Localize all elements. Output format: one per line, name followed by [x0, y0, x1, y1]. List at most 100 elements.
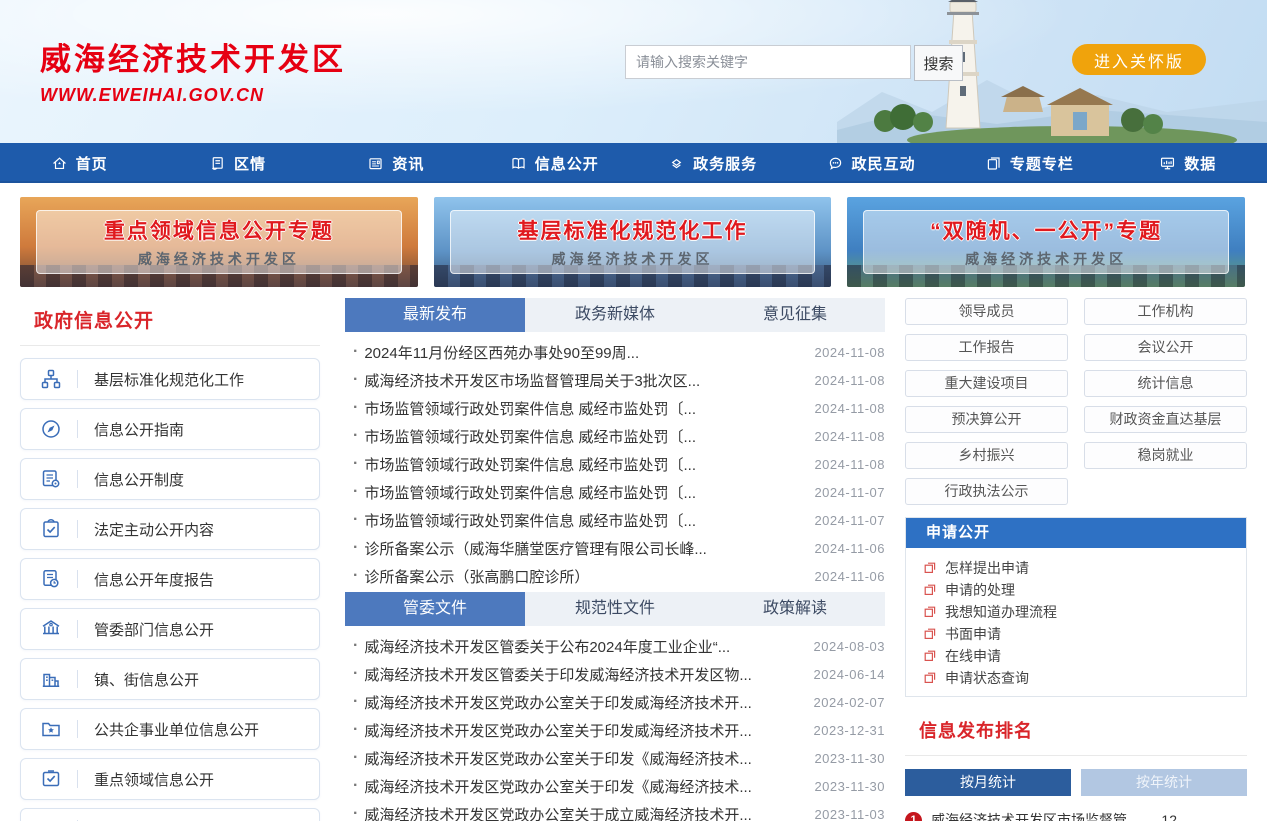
quick-link-button[interactable]: 工作机构	[1084, 298, 1247, 325]
apply-links-list: 怎样提出申请 申请的处理 我想知道办理流程	[906, 548, 1246, 696]
news-title: 市场监管领域行政处罚案件信息 威经市监处罚〔...	[364, 510, 802, 531]
tab[interactable]: 政务新媒体	[525, 298, 705, 332]
nav-item[interactable]: 资讯	[317, 143, 475, 183]
apply-link[interactable]: 书面申请	[924, 623, 1246, 645]
search-input[interactable]	[625, 45, 911, 79]
news-item[interactable]: 诊所备案公示（威海华膳堂医疗管理有限公司长峰... 2024-11-06	[345, 534, 885, 562]
rank-tab[interactable]: 按月统计	[905, 769, 1071, 796]
news-title: 市场监管领域行政处罚案件信息 威经市监处罚〔...	[364, 426, 802, 447]
news-item[interactable]: 威海经济技术开发区管委关于印发威海经济技术开发区物... 2024-06-14	[345, 660, 885, 688]
tab[interactable]: 意见征集	[705, 298, 885, 332]
nav-item[interactable]: 政民互动	[792, 143, 950, 183]
quick-link-button[interactable]: 财政资金直达基层	[1084, 406, 1247, 433]
sidebar-item[interactable]: 重点领域信息公开	[20, 758, 320, 800]
sidebar-item[interactable]: 法定主动公开内容	[20, 508, 320, 550]
banner[interactable]: “双随机、一公开”专题 威海经济技术开发区	[847, 197, 1245, 287]
news-item[interactable]: 威海经济技术开发区党政办公室关于印发《威海经济技术... 2023-11-30	[345, 744, 885, 772]
apply-link[interactable]: 我想知道办理流程	[924, 601, 1246, 623]
right-column: 领导成员工作机构工作报告会议公开重大建设项目统计信息预决算公开财政资金直达基层乡…	[905, 298, 1247, 821]
sidebar-item-label: 重点领域信息公开	[94, 769, 214, 790]
sidebar-item-label: 公共企事业单位信息公开	[94, 719, 259, 740]
external-doc-icon	[924, 672, 936, 684]
quick-link-button[interactable]: 会议公开	[1084, 334, 1247, 361]
banner[interactable]: 基层标准化规范化工作 威海经济技术开发区	[434, 197, 832, 287]
news-item[interactable]: 诊所备案公示（张高鹏口腔诊所） 2024-11-06	[345, 562, 885, 590]
news-date: 2024-06-14	[814, 667, 886, 682]
nav-item[interactable]: 数据	[1109, 143, 1267, 183]
home-icon	[51, 155, 68, 172]
nav-item[interactable]: 区情	[158, 143, 316, 183]
quick-link-button[interactable]: 工作报告	[905, 334, 1068, 361]
news-item[interactable]: 市场监管领域行政处罚案件信息 威经市监处罚〔... 2024-11-07	[345, 478, 885, 506]
news-date: 2023-11-30	[814, 779, 885, 794]
news-item[interactable]: 市场监管领域行政处罚案件信息 威经市监处罚〔... 2024-11-08	[345, 394, 885, 422]
news-item[interactable]: 市场监管领域行政处罚案件信息 威经市监处罚〔... 2024-11-08	[345, 450, 885, 478]
sidebar-item[interactable]: 信息公开年度报告	[20, 558, 320, 600]
sidebar-item[interactable]: 新闻发布会	[20, 808, 320, 821]
nav-item-label: 资讯	[392, 153, 424, 174]
nav-item[interactable]: 专题专栏	[950, 143, 1108, 183]
nav-item-label: 政民互动	[852, 153, 916, 174]
care-mode-button[interactable]: 进入关怀版	[1072, 44, 1206, 75]
sidebar-item[interactable]: 镇、街信息公开	[20, 658, 320, 700]
nav-item[interactable]: 政务服务	[634, 143, 792, 183]
quick-links-grid: 领导成员工作机构工作报告会议公开重大建设项目统计信息预决算公开财政资金直达基层乡…	[905, 298, 1247, 505]
news-item[interactable]: 2024年11月份经区西苑办事处90至99周... 2024-11-08	[345, 338, 885, 366]
news-title: 市场监管领域行政处罚案件信息 威经市监处罚〔...	[364, 398, 802, 419]
apply-link[interactable]: 在线申请	[924, 645, 1246, 667]
quick-link-button[interactable]: 统计信息	[1084, 370, 1247, 397]
search-button[interactable]: 搜索	[914, 45, 963, 81]
doc-gear-icon	[39, 468, 63, 490]
sidebar-item[interactable]: 管委部门信息公开	[20, 608, 320, 650]
banner-title: 重点领域信息公开专题	[104, 215, 334, 245]
external-doc-icon	[924, 606, 936, 618]
buildings-icon	[39, 668, 63, 690]
news-item[interactable]: 威海经济技术开发区市场监督管理局关于3批次区... 2024-11-08	[345, 366, 885, 394]
news-title: 诊所备案公示（威海华膳堂医疗管理有限公司长峰...	[364, 538, 802, 559]
apply-link[interactable]: 申请的处理	[924, 579, 1246, 601]
divider	[77, 420, 78, 438]
rank-badge: 1	[905, 812, 922, 821]
nav-item[interactable]: 首页	[0, 143, 158, 183]
banner[interactable]: 重点领域信息公开专题 威海经济技术开发区	[20, 197, 418, 287]
service-icon	[668, 155, 685, 172]
tab[interactable]: 管委文件	[345, 592, 525, 626]
sidebar-item-label: 信息公开年度报告	[94, 569, 214, 590]
sidebar-item[interactable]: 基层标准化规范化工作	[20, 358, 320, 400]
site-header: 威海经济技术开发区 WWW.EWEIHAI.GOV.CN 搜索 进入关怀版	[0, 0, 1267, 143]
divider	[77, 720, 78, 738]
site-logo[interactable]: 威海经济技术开发区 WWW.EWEIHAI.GOV.CN	[40, 34, 346, 106]
apply-link[interactable]: 怎样提出申请	[924, 557, 1246, 579]
news-item[interactable]: 市场监管领域行政处罚案件信息 威经市监处罚〔... 2024-11-08	[345, 422, 885, 450]
news-item[interactable]: 市场监管领域行政处罚案件信息 威经市监处罚〔... 2024-11-07	[345, 506, 885, 534]
news-item[interactable]: 威海经济技术开发区党政办公室关于成立威海经济技术开... 2023-11-03	[345, 800, 885, 821]
page: { "header": { "site_title": "威海经济技术开发区",…	[0, 0, 1267, 821]
quick-link-button[interactable]: 重大建设项目	[905, 370, 1068, 397]
sidebar-item[interactable]: 信息公开制度	[20, 458, 320, 500]
sidebar-item-label: 镇、街信息公开	[94, 669, 199, 690]
sidebar-item[interactable]: 公共企事业单位信息公开	[20, 708, 320, 750]
quick-link-button[interactable]: 稳岗就业	[1084, 442, 1247, 469]
quick-link-button[interactable]: 行政执法公示	[905, 478, 1068, 505]
tab[interactable]: 政策解读	[705, 592, 885, 626]
nav-item[interactable]: 信息公开	[475, 143, 633, 183]
quick-link-button[interactable]: 预决算公开	[905, 406, 1068, 433]
tab[interactable]: 最新发布	[345, 298, 525, 332]
banner-subtitle: 威海经济技术开发区	[138, 249, 300, 269]
news-item[interactable]: 威海经济技术开发区管委关于公布2024年度工业企业“... 2024-08-03	[345, 632, 885, 660]
news-item[interactable]: 威海经济技术开发区党政办公室关于印发《威海经济技术... 2023-11-30	[345, 772, 885, 800]
news-item[interactable]: 威海经济技术开发区党政办公室关于印发威海经济技术开... 2024-02-07	[345, 688, 885, 716]
apply-link-label: 怎样提出申请	[945, 558, 1029, 578]
apply-link-label: 书面申请	[945, 624, 1001, 644]
news-date: 2023-11-30	[814, 751, 885, 766]
rank-tab[interactable]: 按年统计	[1081, 769, 1247, 796]
divider	[77, 370, 78, 388]
banner-label-panel: 重点领域信息公开专题 威海经济技术开发区	[36, 210, 402, 274]
apply-link[interactable]: 申请状态查询	[924, 667, 1246, 689]
tab[interactable]: 规范性文件	[525, 592, 705, 626]
sidebar-item[interactable]: 信息公开指南	[20, 408, 320, 450]
rank-row[interactable]: 1 威海经济技术开发区市场监督管 12	[905, 807, 1177, 821]
quick-link-button[interactable]: 领导成员	[905, 298, 1068, 325]
news-item[interactable]: 威海经济技术开发区党政办公室关于印发威海经济技术开... 2023-12-31	[345, 716, 885, 744]
quick-link-button[interactable]: 乡村振兴	[905, 442, 1068, 469]
